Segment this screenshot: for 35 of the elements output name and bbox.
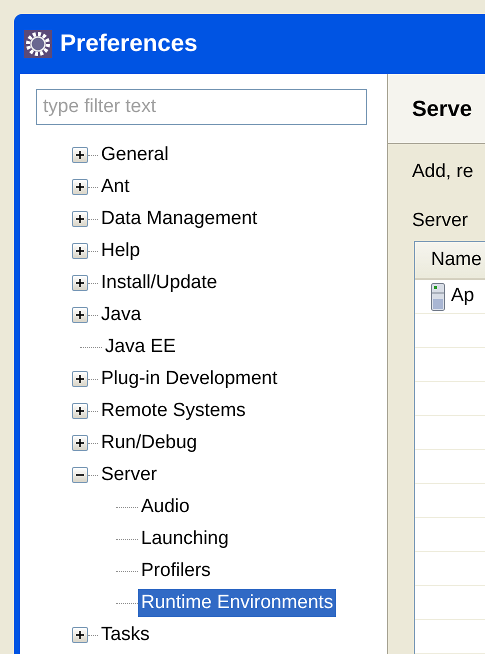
expand-icon[interactable] [72, 307, 88, 323]
expand-icon[interactable] [72, 627, 88, 643]
list-label: Server [411, 208, 469, 232]
server-icon [431, 282, 445, 310]
expand-icon[interactable] [72, 211, 88, 227]
tree-item[interactable]: General [98, 141, 172, 169]
expand-icon[interactable] [72, 243, 88, 259]
tree-item[interactable]: Run/Debug [98, 429, 200, 457]
tree-item[interactable]: Java EE [102, 333, 179, 361]
tree-item[interactable]: Profilers [138, 557, 214, 585]
expand-icon[interactable] [72, 275, 88, 291]
tree-item[interactable]: Server [98, 461, 160, 489]
description-text: Add, re [411, 160, 474, 184]
tree-item[interactable]: Tasks [98, 621, 153, 649]
tree-item[interactable]: Install/Update [98, 269, 220, 297]
tree-item[interactable]: Audio [138, 493, 193, 521]
tree-item[interactable]: Java [98, 301, 144, 329]
window-title: Preferences [60, 29, 198, 59]
page-title: Serve [412, 95, 472, 123]
expand-icon[interactable] [72, 435, 88, 451]
tree-item[interactable]: Data Management [98, 205, 260, 233]
gear-icon [24, 30, 52, 58]
expand-icon[interactable] [72, 179, 88, 195]
expand-icon[interactable] [72, 147, 88, 163]
tree-item[interactable]: Launching [138, 525, 232, 553]
expand-icon[interactable] [72, 403, 88, 419]
table-cell-text: Ap [451, 284, 474, 308]
tree-item[interactable]: Help [98, 237, 144, 265]
tree-item[interactable]: Plug-in Development [98, 365, 280, 393]
tree-item[interactable]: Ant [98, 173, 133, 201]
filter-field[interactable]: type filter text [36, 89, 367, 125]
collapse-icon[interactable] [72, 467, 88, 483]
tree-item[interactable]: Remote Systems [98, 397, 249, 425]
expand-icon[interactable] [72, 371, 88, 387]
tree-item[interactable]: Runtime Environments [138, 589, 336, 617]
